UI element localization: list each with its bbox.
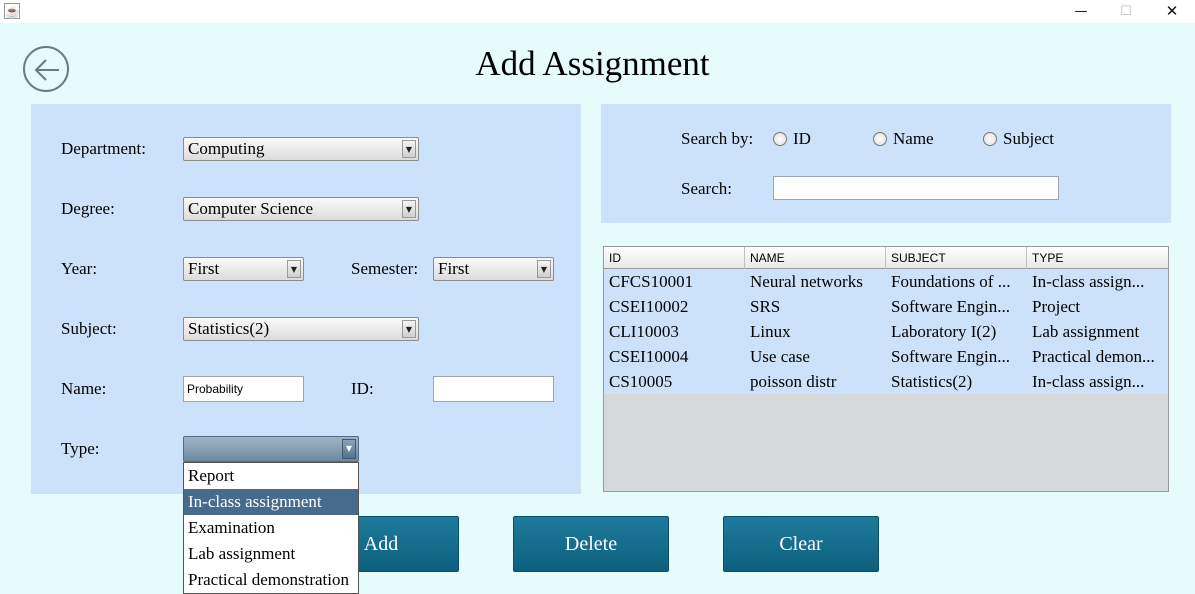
search-by-label: Search by:	[681, 129, 754, 148]
cell-id: CSEI10004	[609, 347, 689, 366]
delete-button[interactable]: Delete	[513, 516, 669, 572]
search-by-subject-label: Subject	[1003, 129, 1054, 148]
column-header-subject[interactable]: SUBJECT	[886, 247, 1027, 269]
table-row[interactable]: CFCS10001 Neural networks Foundations of…	[604, 269, 1168, 294]
cell-name: SRS	[750, 297, 781, 316]
cell-subject: Software Engin...	[891, 297, 1010, 316]
table-row[interactable]: CS10005 poisson distr Statistics(2) In-c…	[604, 369, 1168, 394]
cell-subject: Statistics(2)	[891, 372, 973, 391]
semester-select[interactable]: First ▼	[433, 257, 554, 281]
type-option-report[interactable]: Report	[184, 463, 358, 489]
table-row[interactable]: CSEI10002 SRS Software Engin... Project	[604, 294, 1168, 319]
subject-select-value: Statistics(2)	[188, 319, 270, 338]
chevron-down-icon: ▼	[342, 439, 356, 459]
table-header: ID NAME SUBJECT TYPE	[604, 247, 1168, 269]
degree-label: Degree:	[61, 199, 115, 218]
cell-subject: Foundations of ...	[891, 272, 1011, 291]
window-titlebar: ☕ — ☐ ✕	[0, 0, 1195, 23]
type-label: Type:	[61, 439, 100, 458]
cell-subject: Software Engin...	[891, 347, 1010, 366]
type-option-practical-demonstration[interactable]: Practical demonstration	[184, 567, 358, 593]
subject-label: Subject:	[61, 319, 117, 338]
subject-select[interactable]: Statistics(2) ▼	[183, 317, 419, 341]
table-row[interactable]: CLI10003 Linux Laboratory I(2) Lab assig…	[604, 319, 1168, 344]
type-option-lab-assignment[interactable]: Lab assignment	[184, 541, 358, 567]
search-input[interactable]	[773, 176, 1059, 200]
cell-id: CS10005	[609, 372, 673, 391]
search-label: Search:	[681, 179, 732, 198]
name-label: Name:	[61, 379, 107, 398]
maximize-button[interactable]: ☐	[1103, 0, 1149, 23]
cell-id: CSEI10002	[609, 297, 689, 316]
cell-type: In-class assign...	[1032, 272, 1145, 291]
name-input[interactable]: Probability	[183, 376, 304, 402]
column-header-type[interactable]: TYPE	[1027, 247, 1168, 269]
cell-subject: Laboratory I(2)	[891, 322, 997, 341]
department-select[interactable]: Computing ▼	[183, 137, 419, 161]
degree-select-value: Computer Science	[188, 199, 314, 218]
table-body: CFCS10001 Neural networks Foundations of…	[604, 269, 1168, 394]
chevron-down-icon: ▼	[287, 260, 301, 278]
search-by-id-label: ID	[793, 129, 811, 148]
clear-button[interactable]: Clear	[723, 516, 879, 572]
search-by-id-radio[interactable]	[773, 132, 787, 146]
cell-name: poisson distr	[750, 372, 837, 391]
year-label: Year:	[61, 259, 98, 278]
id-label: ID:	[351, 379, 374, 398]
cell-name: Neural networks	[750, 272, 863, 291]
close-button[interactable]: ✕	[1149, 0, 1195, 23]
assignments-table: ID NAME SUBJECT TYPE CFCS10001 Neural ne…	[603, 246, 1169, 492]
type-dropdown-list: Report In-class assignment Examination L…	[183, 462, 359, 594]
type-select[interactable]: ▼	[183, 436, 359, 462]
cell-name: Use case	[750, 347, 810, 366]
type-option-examination[interactable]: Examination	[184, 515, 358, 541]
search-by-name-label: Name	[893, 129, 934, 148]
year-select-value: First	[188, 259, 220, 278]
department-select-value: Computing	[188, 139, 265, 158]
chevron-down-icon: ▼	[402, 140, 416, 158]
cell-type: In-class assign...	[1032, 372, 1145, 391]
semester-label: Semester:	[351, 259, 419, 278]
page-title: Add Assignment	[475, 44, 710, 83]
id-input[interactable]	[433, 376, 554, 402]
chevron-down-icon: ▼	[402, 200, 416, 218]
semester-select-value: First	[438, 259, 470, 278]
chevron-down-icon: ▼	[537, 260, 551, 278]
search-by-subject-radio[interactable]	[983, 132, 997, 146]
search-by-name-radio[interactable]	[873, 132, 887, 146]
cell-type: Lab assignment	[1032, 322, 1140, 341]
search-panel	[601, 104, 1171, 223]
column-header-name[interactable]: NAME	[745, 247, 886, 269]
column-header-id[interactable]: ID	[604, 247, 745, 269]
java-app-icon: ☕	[4, 3, 20, 19]
department-label: Department:	[61, 139, 146, 158]
cell-type: Project	[1032, 297, 1081, 316]
cell-id: CLI10003	[609, 322, 679, 341]
cell-type: Practical demon...	[1032, 347, 1155, 366]
chevron-down-icon: ▼	[402, 320, 416, 338]
degree-select[interactable]: Computer Science ▼	[183, 197, 419, 221]
cell-id: CFCS10001	[609, 272, 694, 291]
minimize-button[interactable]: —	[1058, 0, 1104, 23]
table-row[interactable]: CSEI10004 Use case Software Engin... Pra…	[604, 344, 1168, 369]
cell-name: Linux	[750, 322, 791, 341]
year-select[interactable]: First ▼	[183, 257, 304, 281]
type-option-in-class-assignment[interactable]: In-class assignment	[184, 489, 358, 515]
